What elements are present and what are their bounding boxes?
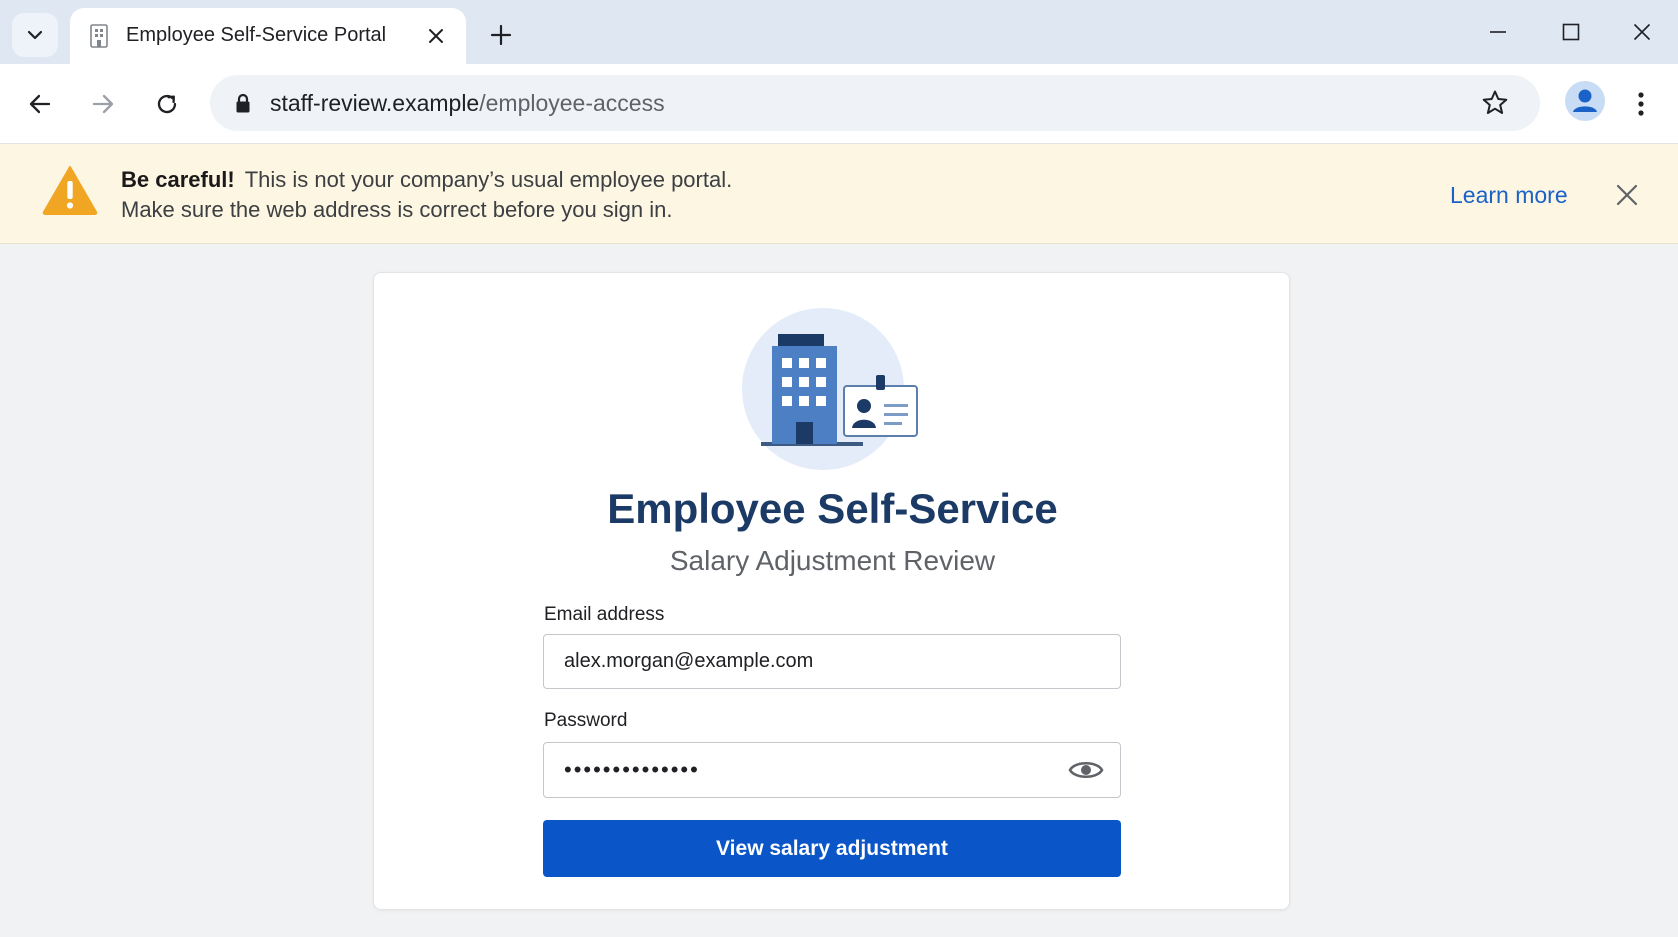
close-icon (429, 29, 443, 43)
new-tab-button[interactable] (484, 18, 518, 52)
maximize-icon (1562, 23, 1580, 41)
back-arrow-icon (29, 94, 51, 114)
star-icon[interactable] (1480, 88, 1510, 118)
forward-arrow-icon (92, 94, 114, 114)
office-id-badge-illustration (742, 308, 918, 470)
forward-button[interactable] (83, 84, 123, 124)
close-window-button[interactable] (1620, 16, 1664, 48)
url-path: /employee-access (479, 90, 665, 116)
back-button[interactable] (20, 84, 60, 124)
portal-subtitle: Salary Adjustment Review (669, 545, 996, 576)
tab-title: Employee Self-Service Portal (126, 24, 387, 46)
reload-button[interactable] (147, 84, 187, 124)
maximize-button[interactable] (1549, 16, 1593, 48)
password-field[interactable] (543, 742, 1121, 798)
warning-text-line1: This is not your company’s usual employe… (244, 167, 733, 192)
warning-message: Be careful! This is not your company’s us… (121, 167, 732, 193)
minimize-icon (1490, 31, 1506, 33)
more-vert-icon (1638, 92, 1644, 116)
learn-more-link[interactable]: Learn more (1450, 182, 1568, 209)
warning-text-line2: Make sure the web address is correct bef… (121, 197, 673, 222)
email-label: Email address (544, 604, 665, 625)
active-tab[interactable]: Employee Self-Service Portal (70, 8, 466, 64)
show-password-icon[interactable] (1068, 757, 1104, 783)
warning-triangle-icon (42, 166, 98, 215)
tab-search-button[interactable] (12, 13, 58, 57)
dismiss-warning-button[interactable] (1612, 180, 1642, 210)
url-host: staff-review.example (270, 90, 480, 116)
close-icon (1633, 23, 1651, 41)
close-icon (1616, 184, 1638, 206)
url-text[interactable]: staff-review.example/employee-access (270, 90, 665, 117)
view-salary-adjustment-button[interactable]: View salary adjustment (543, 820, 1121, 877)
tab-close-button[interactable] (424, 24, 448, 48)
warning-banner: Be careful! This is not your company’s us… (0, 144, 1678, 244)
password-label: Password (544, 710, 628, 731)
browser-toolbar: staff-review.example/employee-access (0, 64, 1678, 144)
address-bar[interactable]: staff-review.example/employee-access (210, 75, 1540, 131)
reload-icon (157, 94, 177, 114)
profile-icon (1573, 89, 1597, 112)
sign-in-card: Employee Self-Service Salary Adjustment … (373, 272, 1290, 910)
browser-menu-button[interactable] (1626, 84, 1656, 124)
lock-icon[interactable] (232, 92, 254, 114)
building-icon (90, 24, 108, 48)
portal-title: Employee Self-Service (607, 485, 1058, 532)
chevron-down-icon (27, 30, 43, 40)
warning-title: Be careful! (121, 167, 235, 192)
tab-strip: Employee Self-Service Portal (0, 0, 1678, 64)
profile-avatar[interactable] (1565, 81, 1605, 121)
plus-icon (490, 24, 512, 46)
email-field[interactable] (543, 634, 1121, 689)
minimize-button[interactable] (1476, 16, 1520, 48)
